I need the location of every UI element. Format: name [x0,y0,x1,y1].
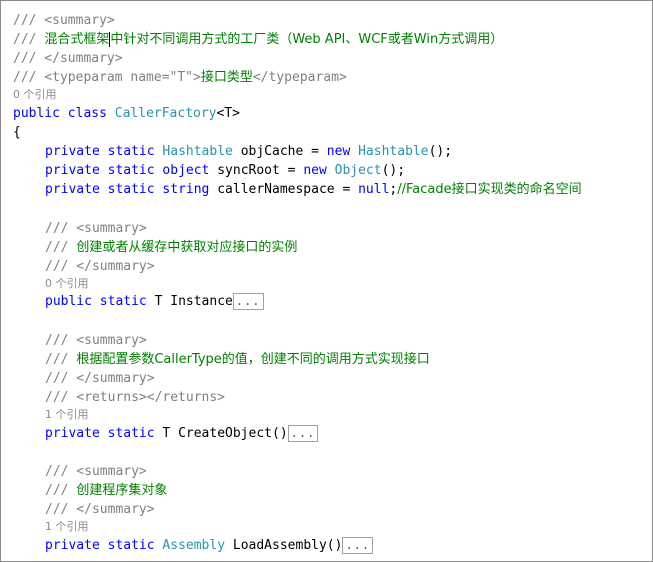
doc-comment: /// <summary> [13,13,115,28]
doc-comment: /// <summary> [45,332,147,348]
code-line[interactable]: private static Hashtable objCache = new … [13,142,652,161]
type-name: Assembly [162,537,226,553]
keyword: public [45,294,92,310]
identifier: callerNamespace = [209,182,359,198]
keyword: private [45,163,100,179]
type-name: Hashtable [162,144,233,160]
code-editor[interactable]: /// <summary> /// 混合式框架中针对不同调用方式的工厂类（Web… [0,0,653,562]
keyword: static [107,163,155,179]
doc-comment: /// </summary> [45,501,155,517]
keyword: null [358,182,390,198]
references-count[interactable]: 0 个引用 [13,88,57,101]
codelens-references[interactable]: 1 个引用 [13,519,652,536]
member-signature: LoadAssembly() [225,537,343,553]
doc-comment-text: 混合式框架 [44,32,110,48]
doc-comment-text: 中针对不同调用方式的工厂类（Web API、WCF或者Win方式调用） [110,32,504,48]
type-name: Object [334,163,382,179]
code-line[interactable]: /// </summary> [13,500,652,519]
keyword: private [45,182,100,198]
doc-prefix: /// [45,351,77,367]
doc-comment-text: 接口类型 [200,70,253,86]
keyword: static [107,425,155,441]
doc-comment: /// </summary> [13,51,123,67]
brace: { [13,125,21,141]
collapsed-region-button[interactable]: ... [342,536,374,554]
references-count[interactable]: 1 个引用 [45,408,89,421]
references-count[interactable]: 0 个引用 [45,277,89,290]
code-line[interactable]: { [13,123,652,142]
codelens-references[interactable]: 1 个引用 [13,407,652,424]
doc-comment-text: 创建程序集对象 [76,482,168,498]
code-line[interactable]: /// </summary> [13,49,652,68]
type-name: Hashtable [358,144,429,160]
keyword: static [107,144,155,160]
code-line[interactable]: /// <typeparam name="T">接口类型</typeparam> [13,68,652,87]
doc-prefix: /// [45,239,77,255]
keyword: public [13,105,60,121]
keyword: object [162,163,210,179]
collapsed-region-button[interactable]: ... [232,293,264,311]
doc-comment-text: 根据配置参数CallerType的值，创建不同的调用方式实现接口 [76,351,430,367]
line-comment: //Facade接口实现类的命名空间 [397,182,582,198]
code-line[interactable]: private static object syncRoot = new Obj… [13,161,652,180]
references-count[interactable]: 1 个引用 [45,520,89,533]
code-line[interactable]: private static T CreateObject()... [13,424,652,443]
codelens-references[interactable]: 0 个引用 [13,87,652,104]
keyword: new [303,163,327,179]
doc-comment: /// <returns></returns> [45,389,226,405]
code-line[interactable]: /// 创建或者从缓存中获取对应接口的实例 [13,238,652,257]
keyword: string [162,182,210,198]
code-line[interactable]: /// <returns></returns> [13,388,652,407]
doc-prefix: /// [45,482,77,498]
code-line[interactable]: /// <summary> [13,219,652,238]
keyword: new [326,144,351,160]
code-line[interactable]: /// </summary> [13,369,652,388]
keyword: private [45,144,100,160]
keyword: class [67,105,107,121]
keyword: static [107,537,155,553]
keyword: private [45,537,100,553]
generic-param: <T> [216,105,240,121]
code-line[interactable]: /// 创建程序集对象 [13,481,652,500]
punctuation: (); [381,163,406,179]
code-line[interactable]: /// 根据配置参数CallerType的值，创建不同的调用方式实现接口 [13,350,652,369]
identifier: objCache = [232,144,327,160]
doc-comment: /// <summary> [45,220,147,236]
member-signature: T CreateObject() [154,425,288,441]
doc-comment: /// <typeparam name="T"> [13,70,201,86]
doc-prefix: /// [13,32,45,48]
keyword: static [99,294,147,310]
code-line[interactable]: private static Assembly LoadAssembly()..… [13,536,652,555]
doc-comment: /// </summary> [45,258,155,274]
doc-comment: /// </summary> [45,370,155,386]
code-line[interactable]: private static string callerNamespace = … [13,180,652,199]
member-signature: T Instance [146,294,233,310]
punctuation: (); [428,144,453,160]
identifier: syncRoot = [209,163,304,179]
code-line[interactable]: /// <summary> [13,462,652,481]
keyword: private [45,425,100,441]
keyword: static [107,182,155,198]
codelens-references[interactable]: 0 个引用 [13,276,652,293]
doc-comment: /// <summary> [45,463,147,479]
code-line[interactable]: /// <summary> [13,331,652,350]
code-line[interactable]: /// 混合式框架中针对不同调用方式的工厂类（Web API、WCF或者Win方… [13,30,652,49]
collapsed-region-button[interactable]: ... [287,424,319,442]
code-view[interactable]: /// <summary> /// 混合式框架中针对不同调用方式的工厂类（Web… [13,11,652,555]
doc-comment: </typeparam> [252,70,347,86]
doc-comment-text: 创建或者从缓存中获取对应接口的实例 [76,239,298,255]
code-line[interactable]: /// </summary> [13,257,652,276]
class-name: CallerFactory [114,105,217,121]
code-line[interactable]: /// <summary> [13,11,652,30]
code-line[interactable]: public static T Instance... [13,292,652,311]
code-line[interactable]: public class CallerFactory<T> [13,104,652,123]
